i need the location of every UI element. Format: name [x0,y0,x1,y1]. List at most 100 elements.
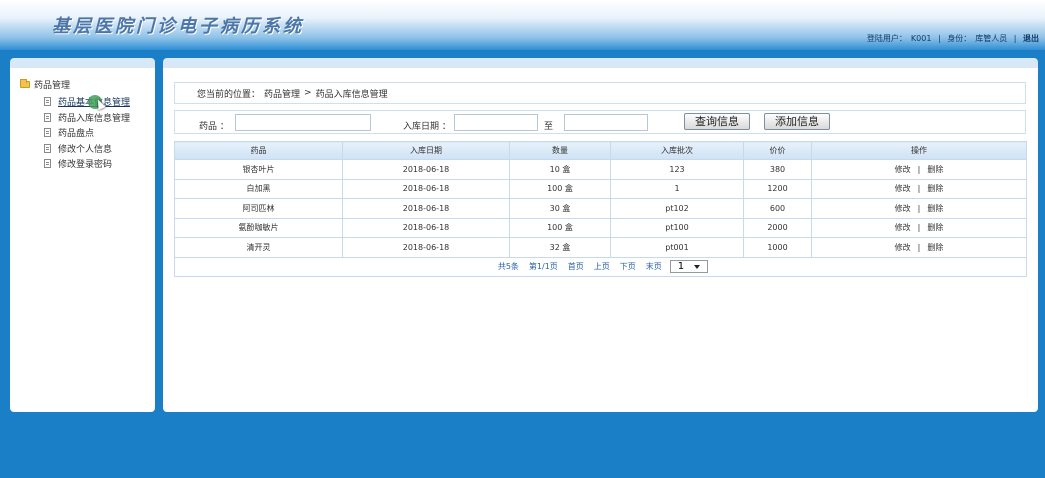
document-icon [44,128,51,138]
pager-row: 共5条 第1/1页 首页 上页 下页 末页 1 [174,256,1027,277]
main-content: 您当前的位置： 药品管理 > 药品入库信息管理 药品 ： 入库日期 ： 至 查询… [163,58,1038,412]
edit-link[interactable]: 修改 [895,223,911,232]
cell-date: 2018-06-18 [342,159,510,180]
date-from-input[interactable] [454,114,538,131]
sidebar-items: 药品基本信息管理 药品入库信息管理 药品盘点 修改个人信息 修改登录密码 [44,94,130,172]
column-header-qty: 数量 [509,141,611,160]
delete-link[interactable]: 删除 [927,165,943,174]
cell-ops: 修改 | 删除 [811,159,1027,180]
table-row: 氨酚咖敏片 2018-06-18 100 盒 pt100 2000 修改 | 删除 [174,217,1027,238]
cell-ops: 修改 | 删除 [811,217,1027,238]
column-header-ops: 操作 [811,141,1027,160]
cell-ops: 修改 | 删除 [811,198,1027,219]
document-icon [44,143,51,153]
pager-total: 共5条 [497,262,519,272]
cell-batch: 1 [610,178,744,199]
op-separator: | [917,242,921,252]
cell-drug: 阿司匹林 [174,198,343,219]
breadcrumb-level2: 药品入库信息管理 [315,89,388,100]
op-separator: | [917,184,921,194]
cell-price: 600 [743,198,812,219]
header-banner: 基层医院门诊电子病历系统 登陆用户： K001 | 身份： 库管人员 | 退出 [0,0,1045,50]
breadcrumb-prefix: 您当前的位置： [197,89,261,100]
page-select[interactable]: 1 [669,260,709,274]
pager-prev-link[interactable]: 上页 [594,261,610,272]
edit-link[interactable]: 修改 [895,204,911,213]
column-header-price: 价价 [743,141,812,160]
delete-link[interactable]: 删除 [927,184,943,193]
cell-batch: pt102 [610,198,744,219]
add-button[interactable]: 添加信息 [764,113,830,130]
document-icon [44,112,51,122]
sidebar-item-edit-profile[interactable]: 修改个人信息 [44,141,130,157]
cell-price: 1000 [743,237,812,258]
cell-qty: 30 盒 [509,198,611,219]
cell-ops: 修改 | 删除 [811,237,1027,258]
cell-batch: pt001 [610,237,744,258]
sidebar-item-label: 修改登录密码 [58,160,113,171]
sidebar: 药品管理 药品基本信息管理 药品入库信息管理 药品盘点 修改个人信息 修改登录密… [10,58,155,412]
op-separator: | [917,164,921,174]
delete-link[interactable]: 删除 [927,243,943,252]
document-icon [44,159,51,169]
pagination: 共5条 第1/1页 首页 上页 下页 末页 1 [493,260,709,274]
delete-link[interactable]: 删除 [927,204,943,213]
cell-qty: 100 盒 [509,178,611,199]
document-icon [44,97,51,107]
pager-cell: 共5条 第1/1页 首页 上页 下页 末页 1 [174,256,1027,277]
role-value: 库管人员 [975,34,1008,43]
delete-link[interactable]: 删除 [927,223,943,232]
cell-price: 2000 [743,217,812,238]
op-separator: | [917,203,921,213]
sidebar-item-drug-inventory[interactable]: 药品盘点 [44,125,130,141]
edit-link[interactable]: 修改 [895,243,911,252]
user-label: 登陆用户： [866,34,907,43]
cell-date: 2018-06-18 [342,237,510,258]
table-row: 白加黑 2018-06-18 100 盒 1 1200 修改 | 删除 [174,178,1027,199]
chevron-down-icon [694,264,701,269]
sidebar-root-drug-management[interactable]: 药品管理 [20,78,70,91]
inbound-date-label: 入库日期 ： [403,122,451,132]
cell-drug: 银杏叶片 [174,159,343,180]
column-header-date: 入库日期 [342,141,510,160]
cell-drug: 氨酚咖敏片 [174,217,343,238]
table-header-row: 药品 入库日期 数量 入库批次 价价 操作 [174,141,1027,160]
drug-search-input[interactable] [235,114,371,131]
op-separator: | [917,223,921,233]
sidebar-item-drug-inbound-info[interactable]: 药品入库信息管理 [44,110,130,126]
pager-page-info: 第1/1页 [528,262,558,272]
table-row: 清开灵 2018-06-18 32 盒 pt001 1000 修改 | 删除 [174,237,1027,258]
sidebar-item-change-password[interactable]: 修改登录密码 [44,156,130,172]
user-info-bar: 登陆用户： K001 | 身份： 库管人员 | 退出 [865,33,1041,44]
breadcrumb-arrow: > [304,88,312,98]
edit-link[interactable]: 修改 [895,165,911,174]
logout-link[interactable]: 退出 [1023,34,1039,43]
user-bar-separator: | [1013,34,1017,43]
cell-date: 2018-06-18 [342,217,510,238]
breadcrumb: 您当前的位置： 药品管理 > 药品入库信息管理 [174,82,1026,104]
inbound-table: 药品 入库日期 数量 入库批次 价价 操作 银杏叶片 2018-06-18 10… [174,141,1027,277]
query-button[interactable]: 查询信息 [684,113,750,130]
pager-last-link[interactable]: 末页 [646,261,662,272]
table-row: 阿司匹林 2018-06-18 30 盒 pt102 600 修改 | 删除 [174,198,1027,219]
breadcrumb-level1: 药品管理 [264,89,301,100]
column-header-batch: 入库批次 [610,141,744,160]
drug-label: 药品 ： [199,122,229,132]
sidebar-item-label: 修改个人信息 [58,144,113,155]
user-value: K001 [910,34,932,43]
pager-first-link[interactable]: 首页 [568,261,584,272]
cell-price: 380 [743,159,812,180]
cell-qty: 32 盒 [509,237,611,258]
table-row: 银杏叶片 2018-06-18 10 盒 123 380 修改 | 删除 [174,159,1027,180]
page-select-value: 1 [677,261,685,273]
role-label: 身份： [947,34,972,43]
cell-date: 2018-06-18 [342,178,510,199]
column-header-drug: 药品 [174,141,343,160]
sidebar-item-drug-basic-info[interactable]: 药品基本信息管理 [44,94,130,110]
cell-drug: 白加黑 [174,178,343,199]
app-title: 基层医院门诊电子病历系统 [52,16,304,37]
pager-next-link[interactable]: 下页 [620,261,636,272]
date-to-input[interactable] [564,114,648,131]
sidebar-item-label: 药品盘点 [58,129,95,140]
edit-link[interactable]: 修改 [895,184,911,193]
